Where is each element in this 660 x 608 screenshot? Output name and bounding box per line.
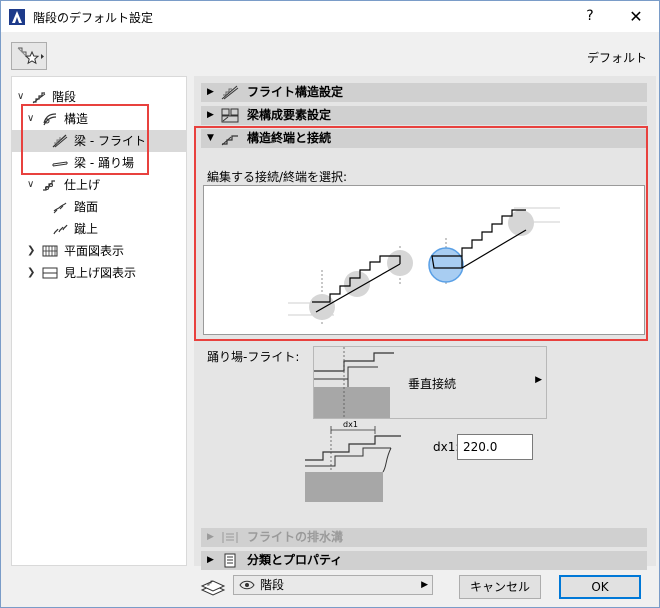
section-beam-components[interactable]: ▶ 梁構成要素設定	[201, 106, 647, 125]
riser-icon	[53, 224, 68, 235]
structure-end-icon	[221, 135, 238, 146]
connection-type-picker[interactable]: 垂直接続 ▶	[313, 346, 547, 419]
settings-tree: ∨ 階段 ∨ 構造 梁 - フライト 梁 - 踊り場 ∨ 仕上げ 踏面 蹴上 ❯…	[11, 76, 187, 566]
structure-icon	[43, 113, 57, 126]
eye-icon	[239, 580, 255, 590]
title-bar: 階段のデフォルト設定 ? ✕	[1, 1, 659, 32]
favorites-star-icon	[17, 47, 44, 65]
layer-label: 階段	[260, 578, 285, 592]
default-label: デフォルト	[586, 51, 647, 65]
layer-stack-icon	[200, 580, 226, 596]
chevron-down-icon[interactable]: ∨	[17, 86, 24, 108]
tree-item-label: 仕上げ	[64, 178, 101, 192]
dx1-diagram-label: dx1	[343, 420, 358, 429]
section-label: フライトの排水溝	[247, 530, 344, 544]
flight-structure-icon	[221, 85, 239, 100]
tree-item-ceiling-plan[interactable]: ❯ 見上げ図表示	[12, 262, 186, 284]
connection-node-bottom[interactable]	[309, 294, 335, 320]
triangle-right-icon: ▶	[535, 375, 542, 385]
dx1-dimension-diagram: dx1	[305, 420, 401, 502]
ok-button[interactable]: OK	[559, 575, 641, 599]
tree-item-label: 見上げ図表示	[64, 266, 137, 280]
dx1-label: dx1:	[433, 440, 460, 454]
finish-icon	[43, 180, 55, 191]
tree-item-flight-beam[interactable]: 梁 - フライト	[12, 130, 186, 152]
tree-item-landing-beam[interactable]: 梁 - 踊り場	[12, 152, 186, 174]
close-button[interactable]: ✕	[613, 1, 659, 32]
chevron-down-icon[interactable]: ∨	[27, 108, 34, 130]
tree-item-label: 平面図表示	[64, 244, 125, 258]
archicad-app-icon	[9, 9, 25, 25]
section-structure-end[interactable]: ▼ 構造終端と接続	[201, 129, 647, 148]
connection-type-value: 垂直接続	[408, 377, 457, 391]
stair-connection-diagram	[203, 185, 645, 335]
chevron-right-icon[interactable]: ❯	[27, 262, 35, 284]
section-flight-drainage[interactable]: ▶ フライトの排水溝	[201, 528, 647, 547]
landing-beam-icon	[52, 161, 68, 167]
tree-item-label: 踏面	[74, 200, 99, 214]
tree-item-stair[interactable]: ∨ 階段	[12, 86, 186, 108]
help-button[interactable]: ?	[567, 1, 613, 32]
section-classification[interactable]: ▶ 分類とプロパティ	[201, 551, 647, 570]
window-title: 階段のデフォルト設定	[33, 11, 154, 25]
section-label: フライト構造設定	[247, 85, 344, 99]
chevron-down-icon[interactable]: ∨	[27, 174, 34, 196]
tree-item-label: 蹴上	[74, 222, 99, 236]
cancel-button[interactable]: キャンセル	[459, 575, 541, 599]
tread-icon	[53, 202, 67, 214]
chevron-right-icon[interactable]: ❯	[27, 240, 35, 262]
section-flight-structure[interactable]: ▶ フライト構造設定	[201, 83, 647, 102]
stair-icon	[32, 92, 46, 104]
flight-beam-icon	[52, 134, 68, 148]
section-label: 梁構成要素設定	[247, 108, 332, 122]
vertical-connection-preview-icon	[314, 347, 394, 418]
section-label: 構造終端と接続	[247, 131, 332, 145]
tree-item-riser[interactable]: 蹴上	[12, 218, 186, 240]
triangle-right-icon: ▶	[207, 87, 214, 97]
favorites-button[interactable]	[11, 42, 47, 70]
triangle-right-icon: ▶	[207, 110, 214, 120]
select-connection-instruction: 編集する接続/終端を選択:	[207, 170, 348, 184]
dialog-window: 階段のデフォルト設定 ? ✕ デフォルト ∨ 階段 ∨ 構造 梁 - フライト …	[0, 0, 660, 608]
tree-item-label: 梁 - 踊り場	[74, 156, 134, 170]
drainage-icon	[222, 532, 238, 543]
triangle-right-icon: ▶	[207, 532, 214, 542]
connection-type-label: 踊り場-フライト:	[207, 350, 300, 364]
tree-item-structure[interactable]: ∨ 構造	[12, 108, 186, 130]
triangle-down-icon: ▼	[207, 133, 214, 143]
tree-item-floor-plan[interactable]: ❯ 平面図表示	[12, 240, 186, 262]
layer-select[interactable]: 階段 ▶	[233, 575, 433, 595]
document-icon	[224, 553, 236, 568]
tree-item-label: 階段	[52, 90, 77, 104]
section-label: 分類とプロパティ	[247, 553, 343, 567]
tree-item-label: 構造	[64, 112, 89, 126]
tree-item-tread[interactable]: 踏面	[12, 196, 186, 218]
beam-components-icon	[221, 108, 239, 123]
triangle-right-icon: ▶	[207, 555, 214, 565]
tree-item-finish[interactable]: ∨ 仕上げ	[12, 174, 186, 196]
floor-plan-icon	[42, 245, 58, 257]
triangle-right-icon: ▶	[421, 580, 428, 590]
ceiling-plan-icon	[42, 267, 58, 279]
tree-item-label: 梁 - フライト	[74, 134, 146, 148]
dx1-input[interactable]: 220.0	[457, 434, 533, 460]
